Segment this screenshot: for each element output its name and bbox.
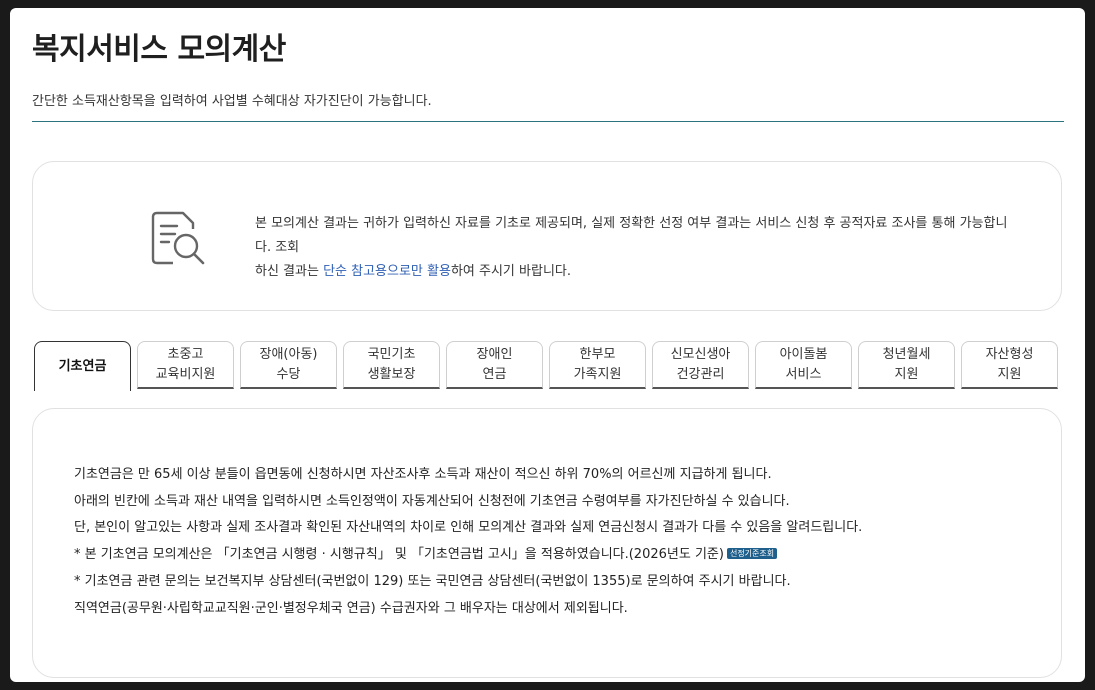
tab-label-line2: 건강관리: [676, 367, 725, 382]
tab-maternal-newborn[interactable]: 신모신생아 건강관리: [652, 341, 749, 389]
tab-label: 기초연금: [58, 358, 107, 374]
tab-label-line1: 신모신생아: [670, 347, 731, 362]
page-subtitle: 간단한 소득재산항목을 입력하여 사업별 수혜대상 자가진단이 가능합니다.: [32, 94, 432, 109]
tab-label-line2: 수당: [276, 367, 301, 382]
page-title: 복지서비스 모의계산: [32, 32, 286, 67]
tab-basic-pension[interactable]: 기초연금: [34, 341, 131, 391]
tab-label-line1: 청년월세: [882, 347, 931, 362]
tab-label-line2: 연금: [482, 367, 507, 382]
tab-label-line1: 장애(아동): [259, 347, 318, 362]
page: 복지서비스 모의계산 간단한 소득재산항목을 입력하여 사업별 수혜대상 자가진…: [10, 8, 1085, 682]
tab-label-line1: 한부모: [579, 347, 616, 362]
tab-school-expense[interactable]: 초중고 교육비지원: [137, 341, 234, 389]
notice-line-2-prefix: 하신 결과는: [255, 264, 324, 279]
tab-label-line1: 국민기초: [367, 347, 416, 362]
document-search-icon: [151, 211, 205, 265]
notice-highlight: 단순 참고용으로만 활용: [323, 264, 451, 279]
content-line-4: * 본 기초연금 모의계산은 「기초연금 시행령 · 시행규칙」 및 「기초연금…: [74, 542, 1034, 569]
notice-text: 본 모의계산 결과는 귀하가 입력하신 자료를 기초로 제공되며, 실제 정확한…: [255, 212, 1015, 284]
tab-label-line1: 초중고: [167, 347, 204, 362]
notice-box: 본 모의계산 결과는 귀하가 입력하신 자료를 기초로 제공되며, 실제 정확한…: [32, 161, 1062, 311]
content-line-6: 직역연금(공무원·사립학교교직원·군인·별정우체국 연금) 수급권자와 그 배우…: [74, 600, 628, 616]
tab-basic-livelihood[interactable]: 국민기초 생활보장: [343, 341, 440, 389]
content-line-5: * 기초연금 관련 문의는 보건복지부 상담센터(국번없이 129) 또는 국민…: [74, 573, 791, 589]
tab-label-line2: 교육비지원: [155, 367, 216, 382]
tab-label-line2: 생활보장: [367, 367, 416, 382]
tab-disability-child-allowance[interactable]: 장애(아동) 수당: [240, 341, 337, 389]
content-text: 기초연금은 만 65세 이상 분들이 읍면동에 신청하시면 자산조사후 소득과 …: [74, 462, 1034, 622]
notice-line-1: 본 모의계산 결과는 귀하가 입력하신 자료를 기초로 제공되며, 실제 정확한…: [255, 216, 1008, 255]
tab-label-line2: 서비스: [785, 367, 822, 382]
tab-single-parent[interactable]: 한부모 가족지원: [549, 341, 646, 389]
title-divider: [32, 121, 1064, 122]
tab-youth-rent[interactable]: 청년월세 지원: [858, 341, 955, 389]
content-line-3: 단, 본인이 알고있는 사항과 실제 조사결과 확인된 자산내역의 차이로 인해…: [74, 520, 863, 536]
tab-label-line2: 가족지원: [573, 367, 622, 382]
tab-child-care[interactable]: 아이돌봄 서비스: [755, 341, 852, 389]
content-line-4-text: * 본 기초연금 모의계산은 「기초연금 시행령 · 시행규칙」 및 「기초연금…: [74, 547, 724, 563]
content-line-2: 아래의 빈칸에 소득과 재산 내역을 입력하시면 소득인정액이 자동계산되어 신…: [74, 493, 790, 509]
content-box: 기초연금은 만 65세 이상 분들이 읍면동에 신청하시면 자산조사후 소득과 …: [32, 408, 1062, 678]
tab-label-line2: 지원: [894, 367, 919, 382]
selection-criteria-button[interactable]: 선정기준조회: [726, 548, 778, 560]
tab-label-line2: 지원: [997, 367, 1022, 382]
tab-label-line1: 아이돌봄: [779, 347, 828, 362]
tab-label-line1: 장애인: [476, 347, 513, 362]
tab-label-line1: 자산형성: [985, 347, 1034, 362]
content-line-1: 기초연금은 만 65세 이상 분들이 읍면동에 신청하시면 자산조사후 소득과 …: [74, 467, 772, 482]
tab-disability-pension[interactable]: 장애인 연금: [446, 341, 543, 389]
notice-line-2-suffix: 하여 주시기 바랍니다.: [450, 264, 571, 279]
tab-asset-building[interactable]: 자산형성 지원: [961, 341, 1058, 389]
